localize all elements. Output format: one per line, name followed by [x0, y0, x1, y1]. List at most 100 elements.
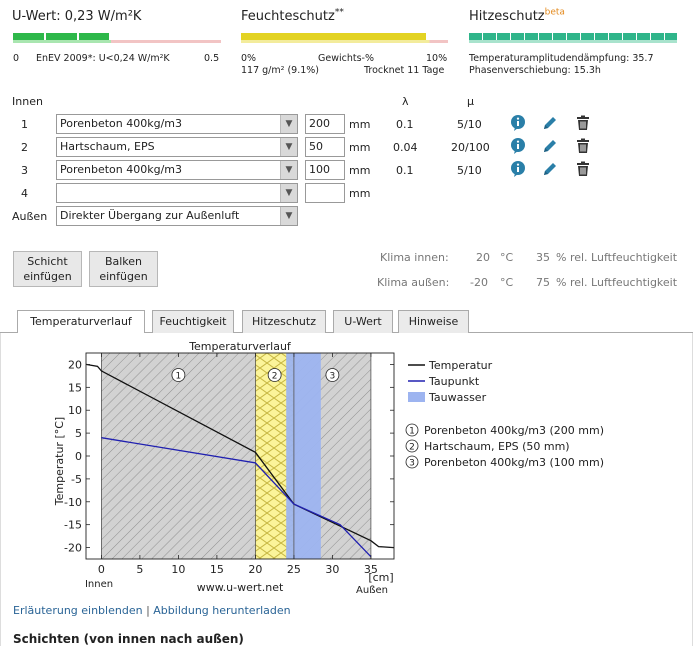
uwert-bar-scale [13, 40, 221, 43]
hitze-damping: Temperaturamplitudendämpfung: 35.7 [469, 53, 654, 64]
climate-inside-humidity[interactable]: 35 [536, 251, 550, 264]
hitze-phase: Phasenverschiebung: 15.3h [469, 65, 601, 76]
trash-icon[interactable] [574, 160, 592, 178]
lambda-header: λ [402, 95, 409, 108]
hitze-title: Hitzeschutzbeta [469, 7, 565, 24]
dropdown-arrow-icon: ▼ [280, 161, 297, 179]
y-tick-label: 20 [68, 358, 82, 371]
hitze-bar-seg [469, 33, 677, 40]
chart-panel: Temperaturverlauf 123 20 15 10 5 0 -5 -10 -15 -2… [0, 333, 693, 646]
info-icon[interactable] [509, 114, 527, 132]
layer-material-value: Hartschaum, EPS [60, 140, 155, 153]
x-axis-unit: [cm] [368, 571, 393, 584]
climate-outside-humidity[interactable]: 75 [536, 276, 550, 289]
layer-legend-label: Porenbeton 400kg/m3 (200 mm) [424, 424, 604, 437]
thickness-unit: mm [349, 141, 371, 154]
feuchte-bar [241, 33, 448, 43]
temp-unit: °C [500, 276, 514, 289]
humidity-unit: % rel. Luftfeuchtigkeit [556, 251, 678, 264]
tab-hitzeschutz[interactable]: Hitzeschutz [242, 310, 326, 333]
legend-label: Tauwasser [428, 391, 487, 404]
add-beam-label: Balken [104, 255, 143, 268]
layer-legend-number: 1 [409, 427, 415, 437]
uwert-reference: EnEV 2009*: U<0,24 W/m²K [36, 53, 170, 64]
info-icon[interactable] [509, 137, 527, 155]
uwert-bar-seg [79, 33, 109, 40]
y-tick-label: -20 [64, 542, 82, 555]
thickness-unit: mm [349, 164, 371, 177]
climate-inside-temp[interactable]: 20 [476, 251, 490, 264]
x-tick-label: 30 [325, 563, 339, 576]
edit-pencil-icon[interactable] [541, 137, 559, 155]
add-layer-button[interactable]: Schicht einfügen [13, 251, 82, 287]
y-tick-label: -15 [64, 519, 82, 532]
dropdown-arrow-icon: ▼ [280, 138, 297, 156]
layer-marker-number: 1 [176, 372, 182, 382]
add-layer-label: Schicht [27, 255, 68, 268]
layer-3-material-select[interactable]: Porenbeton 400kg/m3 ▼ [56, 160, 298, 180]
layer-1-thickness-input[interactable]: 200 [305, 114, 345, 134]
x-tick-label: 5 [136, 563, 143, 576]
legend-label: Temperatur [428, 359, 493, 372]
climate-outside-temp[interactable]: -20 [470, 276, 488, 289]
feuchte-amount: 117 g/m² (9.1%) [241, 65, 320, 76]
feuchte-max: 10% [426, 53, 448, 64]
layers-section-heading: Schichten (von innen nach außen) [13, 632, 244, 646]
layer-number: 3 [21, 164, 28, 177]
legend-swatch-tauwasser [408, 392, 425, 402]
thickness-unit: mm [349, 187, 371, 200]
layer-1-material-select[interactable]: Porenbeton 400kg/m3 ▼ [56, 114, 298, 134]
uwert-bar-seg [46, 33, 77, 40]
info-icon[interactable] [509, 160, 527, 178]
edit-pencil-icon[interactable] [541, 160, 559, 178]
y-axis-label: Temperatur [°C] [53, 417, 66, 506]
tab-feuchtigkeit[interactable]: Feuchtigkeit [152, 310, 234, 333]
tab-hinweise[interactable]: Hinweise [398, 310, 469, 333]
dropdown-arrow-icon: ▼ [280, 115, 297, 133]
layer-number: 2 [21, 141, 28, 154]
layer-legend-label: Porenbeton 400kg/m3 (100 mm) [424, 456, 604, 469]
mu-header: μ [467, 95, 474, 108]
y-tick-label: 15 [68, 381, 82, 394]
download-link[interactable]: Abbildung herunterladen [153, 604, 290, 617]
feuchte-drying: Trocknet 11 Tage [364, 65, 445, 76]
y-tick-label: 5 [75, 427, 82, 440]
layer-4-material-select[interactable]: ▼ [56, 183, 298, 203]
trash-icon[interactable] [574, 114, 592, 132]
hitze-bar-scale [469, 40, 677, 43]
layer-fills [86, 353, 394, 559]
feuchte-bar-scale [241, 40, 448, 43]
layer-material-value: Porenbeton 400kg/m3 [60, 163, 183, 176]
explain-link[interactable]: Erläuterung einblenden [13, 604, 143, 617]
inside-header: Innen [12, 95, 43, 108]
layer-legend-number: 3 [409, 459, 415, 469]
outside-transition-select[interactable]: Direkter Übergang zur Außenluft ▼ [56, 206, 298, 226]
legend-label: Taupunkt [428, 375, 480, 388]
layer-2-thickness-input[interactable]: 50 [305, 137, 345, 157]
trash-icon[interactable] [574, 137, 592, 155]
add-beam-label: einfügen [99, 270, 148, 283]
tab-u-wert[interactable]: U-Wert [333, 310, 393, 333]
layer-3-thickness-input[interactable]: 100 [305, 160, 345, 180]
layer-legend-label: Hartschaum, EPS (50 mm) [424, 440, 570, 453]
x-axis-inside-label: Innen [85, 579, 113, 590]
layer-lambda: 0.1 [396, 118, 414, 131]
tab-temperaturverlauf[interactable]: Temperaturverlauf [17, 310, 145, 334]
temperature-chart: Temperaturverlauf 123 20151050-5-10-15-2… [53, 340, 604, 596]
link-separator: | [146, 604, 150, 617]
add-beam-button[interactable]: Balken einfügen [89, 251, 158, 287]
layer-number: 1 [21, 118, 28, 131]
hitze-bar [469, 33, 677, 43]
layer-mu: 20/100 [451, 141, 490, 154]
y-tick-label: -5 [71, 473, 82, 486]
edit-pencil-icon[interactable] [541, 114, 559, 132]
x-tick-label: 0 [98, 563, 105, 576]
layer-lambda: 0.1 [396, 164, 414, 177]
y-tick-label: 10 [68, 404, 82, 417]
layer-4-thickness-input[interactable] [305, 183, 345, 203]
layer-2-material-select[interactable]: Hartschaum, EPS ▼ [56, 137, 298, 157]
climate-inside-label: Klima innen: [380, 251, 449, 264]
x-tick-label: 10 [171, 563, 185, 576]
climate-outside-label: Klima außen: [377, 276, 450, 289]
chart-title: Temperaturverlauf [188, 340, 292, 353]
